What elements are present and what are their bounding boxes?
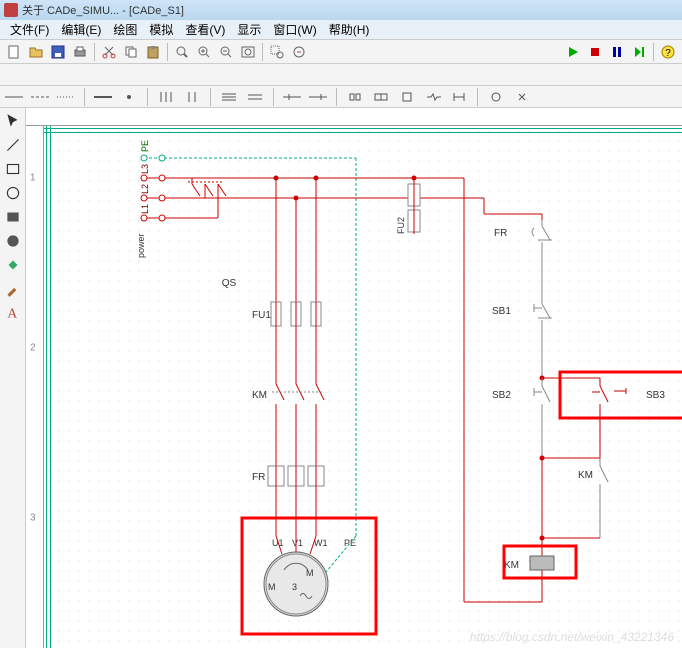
menu-draw[interactable]: 绘图 <box>107 19 143 40</box>
print-icon[interactable] <box>70 42 90 62</box>
cut-icon[interactable] <box>99 42 119 62</box>
fillcirc-icon[interactable] <box>4 232 22 250</box>
drawing-area: 1 2 3 PE <box>26 108 682 648</box>
brush-icon[interactable] <box>4 280 22 298</box>
line-solid-icon[interactable] <box>4 90 24 104</box>
svg-text:U1: U1 <box>272 538 284 548</box>
canvas[interactable]: PE L3 L2 L1 power <box>44 126 682 648</box>
svg-text:KM: KM <box>252 390 267 401</box>
rect-icon[interactable] <box>4 160 22 178</box>
comp1-icon[interactable] <box>345 90 365 104</box>
paste-icon[interactable] <box>143 42 163 62</box>
comp5-icon[interactable] <box>449 90 469 104</box>
line-thick-icon[interactable] <box>93 90 113 104</box>
line-dot-icon[interactable] <box>56 90 76 104</box>
comp3-icon[interactable] <box>397 90 417 104</box>
titlebar: 关于 CADe_SIMU... - [CADe_S1] <box>0 0 682 20</box>
svg-text:FU2: FU2 <box>396 217 406 234</box>
save-icon[interactable] <box>48 42 68 62</box>
step-icon[interactable] <box>629 42 649 62</box>
toolbar-linestyles <box>0 86 682 108</box>
svg-text:FR: FR <box>494 228 507 239</box>
pointer-icon[interactable] <box>4 112 22 130</box>
svg-text:power: power <box>136 233 146 258</box>
paint-icon[interactable] <box>4 256 22 274</box>
menu-show[interactable]: 显示 <box>231 19 267 40</box>
find-icon[interactable] <box>172 42 192 62</box>
svg-text:FR: FR <box>252 472 265 483</box>
hatch2-icon[interactable] <box>245 90 265 104</box>
new-icon[interactable] <box>4 42 24 62</box>
svg-text:3: 3 <box>292 582 297 592</box>
ruler-num: 2 <box>30 343 36 354</box>
toolbar-tabs <box>0 64 682 86</box>
svg-text:QS: QS <box>222 278 237 289</box>
window-title: 关于 CADe_SIMU... - [CADe_S1] <box>22 2 184 18</box>
text-icon[interactable]: A <box>4 304 22 322</box>
circuit-diagram: PE L3 L2 L1 power <box>44 126 682 646</box>
lines2-icon[interactable] <box>182 90 202 104</box>
svg-text:A: A <box>7 306 17 321</box>
svg-text:M: M <box>268 582 276 592</box>
fillrect-icon[interactable] <box>4 208 22 226</box>
zoom-free-icon[interactable] <box>289 42 309 62</box>
svg-text:FU1: FU1 <box>252 310 271 321</box>
ruler-num: 3 <box>30 513 36 524</box>
play-icon[interactable] <box>563 42 583 62</box>
svg-text:L1: L1 <box>140 204 150 214</box>
pause-icon[interactable] <box>607 42 627 62</box>
menu-sim[interactable]: 模拟 <box>143 19 179 40</box>
zoom-fit-icon[interactable] <box>238 42 258 62</box>
line-dash-icon[interactable] <box>30 90 50 104</box>
zoom-in-icon[interactable] <box>194 42 214 62</box>
svg-text:PE: PE <box>140 140 150 152</box>
svg-text:SB1: SB1 <box>492 306 511 317</box>
comp6-icon[interactable] <box>486 90 506 104</box>
cap1-icon[interactable] <box>282 90 302 104</box>
svg-text:PE: PE <box>344 538 356 548</box>
comp2-icon[interactable] <box>371 90 391 104</box>
svg-text:SB3: SB3 <box>646 390 665 401</box>
watermark: https://blog.csdn.net/weixin_43221346 <box>470 630 674 644</box>
stop-icon[interactable] <box>585 42 605 62</box>
svg-text:V1: V1 <box>292 538 303 548</box>
svg-text:SB2: SB2 <box>492 390 511 401</box>
toolbar-main: ? <box>0 40 682 64</box>
tool-panel: A <box>0 108 26 648</box>
menubar: 文件(F) 编辑(E) 绘图 模拟 查看(V) 显示 窗口(W) 帮助(H) <box>0 20 682 40</box>
comp4-icon[interactable] <box>423 90 443 104</box>
svg-text:L2: L2 <box>140 184 150 194</box>
menu-view[interactable]: 查看(V) <box>179 19 231 40</box>
menu-file[interactable]: 文件(F) <box>4 19 55 40</box>
comp7-icon[interactable] <box>512 90 532 104</box>
line-icon[interactable] <box>4 136 22 154</box>
ruler-num: 1 <box>30 173 36 184</box>
svg-text:?: ? <box>665 48 671 59</box>
node-icon[interactable] <box>119 90 139 104</box>
workspace: A 1 2 3 PE <box>0 108 682 648</box>
cap2-icon[interactable] <box>308 90 328 104</box>
open-icon[interactable] <box>26 42 46 62</box>
svg-text:KM: KM <box>504 560 519 571</box>
menu-help[interactable]: 帮助(H) <box>323 19 376 40</box>
svg-text:W1: W1 <box>314 538 328 548</box>
app-icon <box>4 3 18 17</box>
ruler-left: 1 2 3 <box>26 126 44 648</box>
lines3-icon[interactable] <box>156 90 176 104</box>
menu-window[interactable]: 窗口(W) <box>267 19 322 40</box>
circle-icon[interactable] <box>4 184 22 202</box>
zoom-area-icon[interactable] <box>267 42 287 62</box>
svg-text:KM: KM <box>578 470 593 481</box>
hatch1-icon[interactable] <box>219 90 239 104</box>
menu-edit[interactable]: 编辑(E) <box>55 19 107 40</box>
ruler-top <box>26 108 682 126</box>
copy-icon[interactable] <box>121 42 141 62</box>
help-icon[interactable]: ? <box>658 42 678 62</box>
svg-text:L3: L3 <box>140 164 150 174</box>
zoom-out-icon[interactable] <box>216 42 236 62</box>
